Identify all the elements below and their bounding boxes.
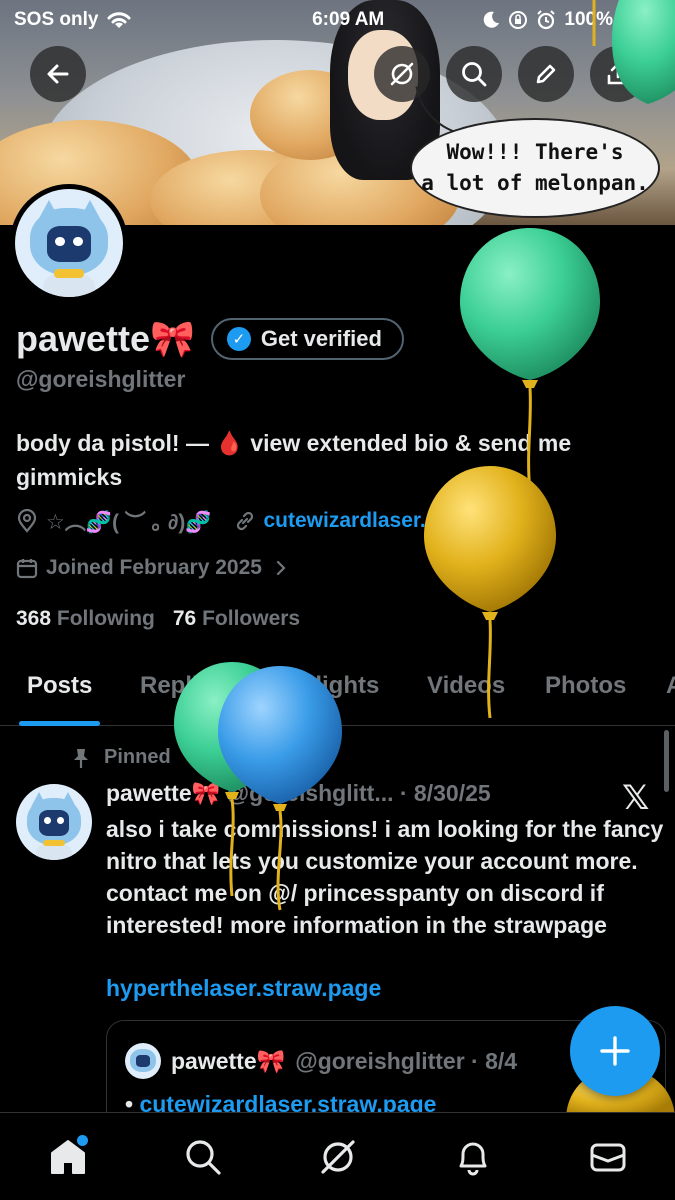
balloon-green-corner	[592, 0, 675, 104]
balloon-green-top	[460, 228, 600, 493]
post-avatar-image	[16, 784, 92, 860]
avatar-cat-face	[38, 809, 70, 836]
profile-joined-row: Joined February 2025	[16, 556, 288, 580]
following-link[interactable]: 368 Following	[16, 607, 155, 631]
search-icon	[462, 62, 487, 87]
tab-posts[interactable]: Posts	[18, 650, 101, 726]
profile-joined: Joined February 2025	[46, 556, 262, 579]
post-link[interactable]: hyperthelaser.straw.page	[106, 975, 381, 1002]
post-author-avatar[interactable]	[16, 784, 92, 860]
followers-label: Followers	[202, 607, 301, 630]
profile-avatar[interactable]	[10, 184, 128, 302]
grok-icon	[390, 62, 414, 86]
moon-icon	[484, 11, 500, 28]
followers-count: 76	[172, 607, 197, 630]
bottom-navigation	[0, 1112, 675, 1200]
search-button[interactable]	[446, 46, 502, 102]
name-row: pawette🎀 ✓ Get verified	[16, 318, 404, 360]
nav-search[interactable]	[173, 1127, 233, 1187]
location-icon	[17, 509, 37, 533]
nav-messages[interactable]	[578, 1127, 638, 1187]
get-verified-button[interactable]: ✓ Get verified	[210, 318, 404, 360]
verified-badge-icon: ✓	[226, 327, 251, 351]
avatar-cat-collar	[43, 840, 65, 847]
profile-location: ☆︵🧬( ︶ ｡ ∂)🧬	[46, 511, 212, 534]
avatar-cat-face	[135, 1055, 151, 1068]
nav-home[interactable]	[38, 1127, 98, 1187]
quoted-post-author: pawette🎀	[171, 1047, 286, 1074]
wifi-icon	[107, 12, 131, 28]
compose-post-button[interactable]	[570, 1006, 660, 1096]
grok-icon	[320, 1139, 355, 1174]
tab-articles[interactable]: A	[666, 650, 675, 726]
pinned-label: Pinned	[104, 746, 171, 768]
scrollbar[interactable]	[664, 730, 669, 792]
notification-dot	[76, 1134, 88, 1146]
calendar-icon	[16, 559, 38, 579]
x-logo-icon: 𝕏	[622, 779, 650, 817]
edit-button[interactable]	[518, 46, 574, 102]
grok-button[interactable]	[374, 46, 430, 102]
balloon-blue-lower	[218, 666, 342, 911]
following-label: Following	[56, 607, 155, 630]
balloon-yellow-middle	[424, 466, 556, 719]
notifications-icon	[459, 1142, 486, 1175]
avatar-image	[15, 189, 123, 297]
avatar-cat-face	[47, 225, 91, 263]
search-icon	[185, 1139, 221, 1175]
pin-icon	[74, 748, 88, 768]
edit-icon	[536, 64, 556, 84]
following-count: 368	[16, 607, 52, 630]
get-verified-label: Get verified	[260, 326, 382, 351]
avatar-cat-collar	[53, 268, 85, 278]
speech-line-1: Wow!!! There's	[446, 139, 624, 164]
avatar-cat-eye	[73, 236, 84, 247]
avatar-cat-eye	[54, 236, 65, 247]
nav-notifications[interactable]	[443, 1127, 503, 1187]
chevron-right-icon[interactable]	[274, 559, 288, 577]
nav-grok[interactable]	[308, 1127, 368, 1187]
speech-line-2: a lot of melonpan.	[421, 171, 649, 195]
carrier-text: SOS only	[14, 9, 99, 30]
followers-link[interactable]: 76 Followers	[173, 607, 300, 631]
alarm-icon	[537, 10, 556, 30]
quoted-post-handle-date: @goreishglitter · 8/4	[295, 1047, 518, 1074]
profile-handle: @goreishglitter	[16, 366, 186, 392]
back-button[interactable]	[30, 46, 86, 102]
clock: 6:09 AM	[312, 9, 385, 30]
quoted-post-header: pawette🎀 @goreishglitter · 8/4	[125, 1043, 517, 1079]
quoted-post-avatar	[125, 1043, 161, 1079]
back-icon	[47, 64, 69, 84]
orientation-lock-icon	[509, 11, 528, 29]
plus-icon	[600, 1036, 630, 1066]
follow-counts: 368 Following 76 Followers	[16, 607, 300, 631]
link-icon	[236, 511, 253, 531]
status-bar: SOS only 6:09 AM 100%	[0, 0, 675, 40]
display-name: pawette🎀	[16, 318, 195, 359]
messages-icon	[590, 1143, 625, 1171]
pinned-indicator: Pinned	[72, 746, 171, 769]
